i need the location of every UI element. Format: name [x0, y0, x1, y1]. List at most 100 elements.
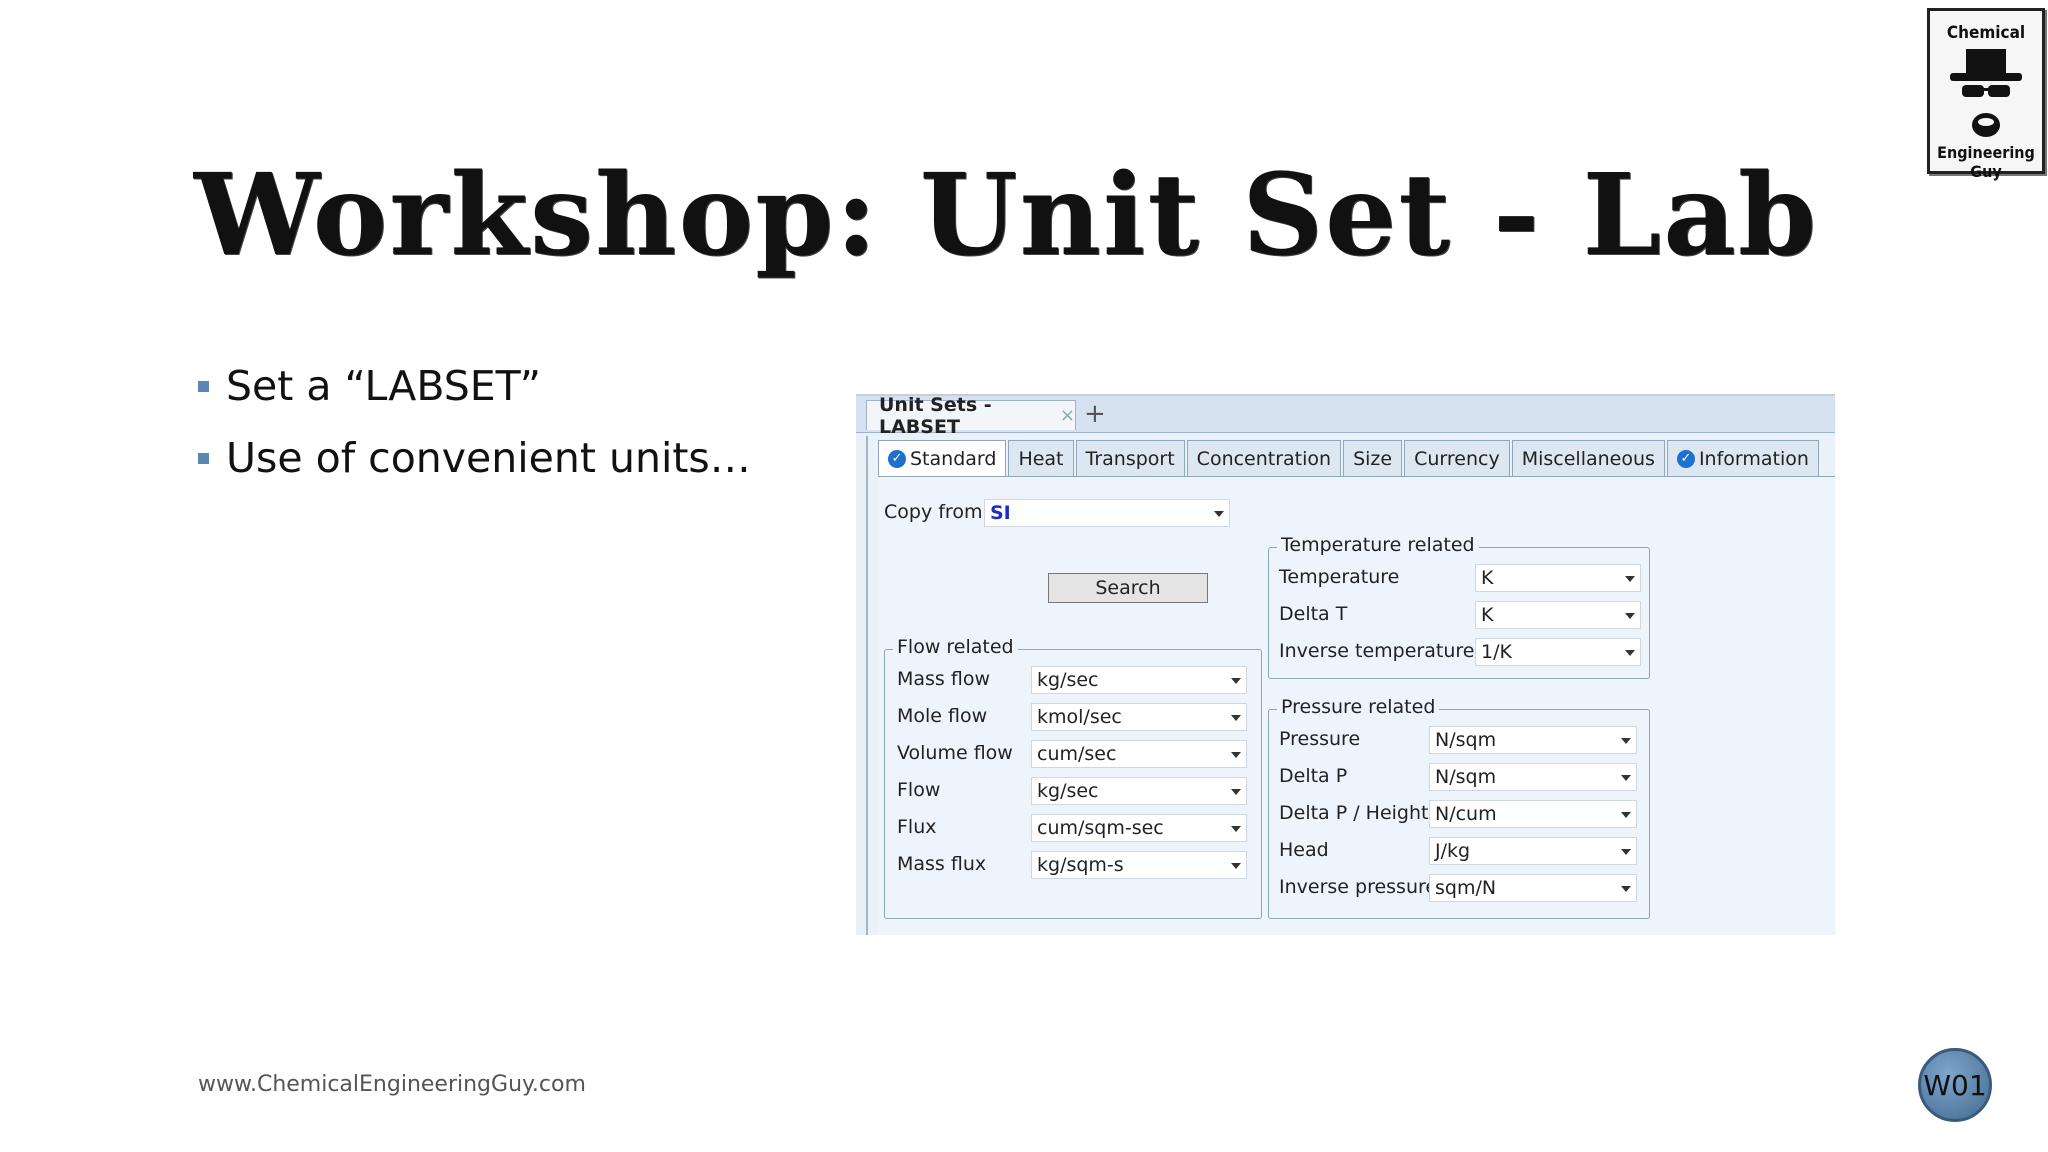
group-title: Temperature related	[1277, 534, 1479, 556]
tab-size[interactable]: Size	[1343, 440, 1403, 476]
flow-select[interactable]: kg/sec	[1031, 777, 1247, 805]
delta-t-label: Delta T	[1279, 603, 1348, 625]
chevron-down-icon	[1621, 886, 1631, 892]
flux-label: Flux	[897, 816, 937, 838]
check-icon: ✓	[1676, 449, 1695, 468]
mass-flux-select[interactable]: kg/sqm-s	[1031, 851, 1247, 879]
document-tab-label: Unit Sets - LABSET	[879, 394, 992, 438]
bullet-list: Set a “LABSET” Use of convenient units…	[196, 360, 751, 504]
chevron-down-icon	[1625, 613, 1635, 619]
mass-flow-select[interactable]: kg/sec	[1031, 666, 1247, 694]
tab-label: Currency	[1414, 447, 1500, 470]
tab-currency[interactable]: Currency	[1404, 440, 1510, 476]
chevron-down-icon	[1621, 775, 1631, 781]
pressure-label: Pressure	[1279, 728, 1361, 750]
flux-select[interactable]: cum/sqm-sec	[1031, 814, 1247, 842]
temperature-related-group: Temperature related Temperature K Delta …	[1268, 534, 1650, 679]
select-value: kg/sec	[1037, 669, 1099, 691]
chevron-down-icon	[1231, 826, 1241, 832]
tab-miscellaneous[interactable]: Miscellaneous	[1511, 440, 1665, 476]
bullet-item: Use of convenient units…	[196, 432, 751, 504]
mole-flow-label: Mole flow	[897, 705, 988, 727]
chevron-down-icon	[1621, 738, 1631, 744]
tab-transport[interactable]: Transport	[1075, 440, 1185, 476]
flow-related-group: Flow related Mass flow kg/sec Mole flow …	[884, 636, 1262, 919]
chevron-down-icon	[1231, 863, 1241, 869]
chevron-down-icon	[1231, 752, 1241, 758]
tab-label: Standard	[910, 447, 997, 470]
tab-label: Miscellaneous	[1521, 447, 1655, 470]
tab-information[interactable]: ✓ Information	[1666, 440, 1819, 476]
head-select[interactable]: J/kg	[1429, 837, 1637, 865]
tab-concentration[interactable]: Concentration	[1186, 440, 1342, 476]
delta-p-select[interactable]: N/sqm	[1429, 763, 1637, 791]
mass-flow-label: Mass flow	[897, 668, 991, 690]
document-tab-strip: Unit Sets - LABSET × +	[856, 396, 1835, 438]
logo-bottom-text: Engineering Guy	[1937, 143, 2035, 181]
inverse-temperature-label: Inverse temperature	[1279, 640, 1475, 662]
search-button[interactable]: Search	[1048, 573, 1208, 603]
mass-flux-label: Mass flux	[897, 853, 987, 875]
delta-p-label: Delta P	[1279, 765, 1348, 787]
slide-title: Workshop: Unit Set - Lab	[194, 150, 1819, 281]
volume-flow-select[interactable]: cum/sec	[1031, 740, 1247, 768]
tab-heat[interactable]: Heat	[1008, 440, 1074, 476]
footer-url: www.ChemicalEngineeringGuy.com	[198, 1072, 586, 1097]
brand-logo: Chemical Engineering Guy	[1927, 8, 2045, 181]
select-value: cum/sec	[1037, 743, 1117, 765]
pressure-select[interactable]: N/sqm	[1429, 726, 1637, 754]
chevron-down-icon	[1625, 576, 1635, 582]
mole-flow-select[interactable]: kmol/sec	[1031, 703, 1247, 731]
select-value: N/cum	[1435, 803, 1497, 825]
delta-p-height-select[interactable]: N/cum	[1429, 800, 1637, 828]
temperature-select[interactable]: K	[1475, 564, 1641, 592]
chevron-down-icon	[1621, 812, 1631, 818]
tab-label: Information	[1698, 447, 1809, 470]
chevron-down-icon	[1231, 715, 1241, 721]
chevron-down-icon	[1231, 678, 1241, 684]
copy-from-select[interactable]: SI	[984, 499, 1230, 527]
temperature-label: Temperature	[1279, 566, 1400, 588]
select-value: K	[1481, 567, 1494, 589]
select-value: kg/sec	[1037, 780, 1099, 802]
tab-label: Transport	[1085, 447, 1175, 470]
inverse-pressure-label: Inverse pressure	[1279, 876, 1438, 898]
delta-t-select[interactable]: K	[1475, 601, 1641, 629]
copy-from-label: Copy from	[884, 501, 983, 523]
bullet-item: Set a “LABSET”	[196, 360, 751, 432]
group-title: Pressure related	[1277, 696, 1440, 718]
select-value: kg/sqm-s	[1037, 854, 1124, 876]
group-title: Flow related	[893, 636, 1018, 658]
select-value: cum/sqm-sec	[1037, 817, 1164, 839]
chevron-down-icon	[1231, 789, 1241, 795]
select-value: N/sqm	[1435, 766, 1497, 788]
chevron-down-icon	[1625, 650, 1635, 656]
select-value: 1/K	[1481, 641, 1512, 663]
head-label: Head	[1279, 839, 1329, 861]
tab-label: Size	[1353, 447, 1393, 470]
unit-sets-window: Unit Sets - LABSET × + ✓ Standard Heat T…	[856, 394, 1835, 935]
logo-top-text: Chemical	[1946, 23, 2026, 43]
select-value: J/kg	[1435, 840, 1471, 862]
close-icon[interactable]: ×	[1060, 405, 1075, 426]
tab-standard[interactable]: ✓ Standard	[878, 440, 1007, 476]
select-value: kmol/sec	[1037, 706, 1122, 728]
select-value: K	[1481, 604, 1494, 626]
delta-p-height-label: Delta P / Height	[1279, 802, 1429, 824]
select-value: sqm/N	[1435, 877, 1497, 899]
tab-label: Concentration	[1196, 447, 1332, 470]
select-value: N/sqm	[1435, 729, 1497, 751]
inverse-temperature-select[interactable]: 1/K	[1475, 638, 1641, 666]
tab-label: Heat	[1018, 447, 1064, 470]
hat-glasses-beard-icon	[1950, 49, 2022, 137]
copy-from-value: SI	[990, 502, 1011, 524]
inverse-pressure-select[interactable]: sqm/N	[1429, 874, 1637, 902]
slide-badge: W01	[1918, 1048, 1992, 1122]
flow-label: Flow	[897, 779, 941, 801]
document-tab-unit-sets[interactable]: Unit Sets - LABSET ×	[866, 396, 1076, 438]
add-tab-icon[interactable]: +	[1084, 400, 1106, 428]
check-icon: ✓	[888, 449, 906, 468]
pressure-related-group: Pressure related Pressure N/sqm Delta P …	[1268, 696, 1650, 919]
volume-flow-label: Volume flow	[897, 742, 1013, 764]
unit-set-tabs: ✓ Standard Heat Transport Concentration …	[878, 440, 1821, 476]
